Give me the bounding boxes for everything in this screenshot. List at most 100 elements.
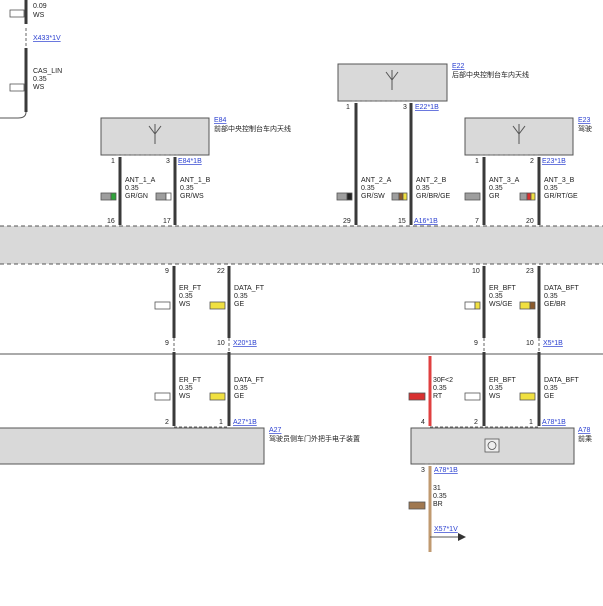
data-bft-upper-name: DATA_BFT xyxy=(544,285,579,292)
e23-pin-2: 2 xyxy=(530,158,534,165)
ground-pin-3: 3 xyxy=(421,467,425,474)
er-ft-upper-label: ER_FT 0.35 WS xyxy=(154,285,202,310)
ant-1-b-name: ANT_1_B xyxy=(180,177,211,184)
e23-id[interactable]: E23 xyxy=(578,117,591,124)
data-ft-upper-swatch xyxy=(209,301,226,310)
a78-pin-1: 1 xyxy=(529,419,533,426)
e84-name: 前部中央控制台车内天线 xyxy=(214,124,291,133)
er-bft-upper-label: ER_BFT 0.35 WS/GE xyxy=(464,285,517,310)
er-bft-lower-size: 0.35 xyxy=(489,385,503,392)
ground-color: BR xyxy=(433,501,443,508)
lower-wires-lower xyxy=(172,352,541,426)
ant-1-a-color: GR/GN xyxy=(125,193,148,200)
er-bft-upper-color: WS/GE xyxy=(489,301,513,308)
ant-3-b-swatch-stripe-1 xyxy=(526,192,532,201)
a78-pin-4: 4 xyxy=(421,419,425,426)
bus-pin-15: 15 xyxy=(398,218,406,225)
ant-2-b-name: ANT_2_B xyxy=(416,177,447,184)
ant-2-b-swatch-stripe-2 xyxy=(402,192,408,201)
er-ft-lower-size: 0.35 xyxy=(179,385,193,392)
ant-2-a-swatch-stripe xyxy=(346,192,353,201)
link-x20-1b[interactable]: X20*1B xyxy=(233,340,257,347)
link-a78-1b-ground[interactable]: A78*1B xyxy=(434,467,458,474)
ant-3-a-swatch xyxy=(464,192,481,201)
data-ft-lower-color: GE xyxy=(234,393,244,400)
bus-pin-20: 20 xyxy=(526,218,534,225)
er-bft-lower-name: ER_BFT xyxy=(489,377,517,384)
ant-2-b-label: ANT_2_B 0.35 GR/BR/GE xyxy=(391,177,451,201)
er-bft-lower-color: WS xyxy=(489,393,501,400)
a27-box[interactable] xyxy=(0,427,265,465)
e22-name: 后部中央控制台车内天线 xyxy=(452,70,529,79)
ant-1-a-swatch xyxy=(100,192,112,201)
ant-2-a-size: 0.35 xyxy=(361,185,375,192)
e23-pin-1: 1 xyxy=(475,158,479,165)
e84-id[interactable]: E84 xyxy=(214,117,227,124)
data-bft-upper-color: GE/BR xyxy=(544,301,566,308)
link-a27-1b[interactable]: A27*1B xyxy=(233,419,257,426)
er-ft-lower-name: ER_FT xyxy=(179,377,202,384)
bus-pin-17: 17 xyxy=(163,218,171,225)
cas-lin-swatch xyxy=(9,83,25,92)
ant-1-b-swatch xyxy=(155,192,167,201)
data-bft-upper-size: 0.35 xyxy=(544,293,558,300)
data-ft-lower-size: 0.35 xyxy=(234,385,248,392)
e23-name: 驾驶 xyxy=(578,124,592,133)
x5-pin-10: 10 xyxy=(526,340,534,347)
top-left-swatch xyxy=(9,9,25,18)
ant-3-b-size: 0.35 xyxy=(544,185,558,192)
a78-name: 前乘 xyxy=(578,434,592,443)
wiring-diagram: 0.09 WS X433*1V CAS_LIN 0.35 WS E22 后部中央… xyxy=(0,0,603,552)
er-bft-upper-swatch xyxy=(464,301,476,310)
ant-3-b-name: ANT_3_B xyxy=(544,177,575,184)
bus-pin-9-left: 9 xyxy=(165,268,169,275)
a78-module: 4 2 1 A78*1B A78 前乘 xyxy=(410,419,592,465)
er-ft-upper-size: 0.35 xyxy=(179,293,193,300)
link-x5-1b[interactable]: X5*1B xyxy=(543,340,563,347)
ant-1-a-size: 0.35 xyxy=(125,185,139,192)
link-x57[interactable]: X57*1V xyxy=(434,526,458,533)
data-bft-lower-label: DATA_BFT 0.35 GE xyxy=(519,377,579,401)
data-bft-upper-label: DATA_BFT 0.35 GE/BR xyxy=(519,285,579,310)
arrow-right-icon xyxy=(458,533,466,541)
central-module-body[interactable] xyxy=(0,226,603,264)
e22-pin-3: 3 xyxy=(403,104,407,111)
ant-3-b-swatch xyxy=(519,192,528,201)
top-left-fragment: 0.09 WS X433*1V CAS_LIN 0.35 WS xyxy=(0,0,62,119)
cas-lin-color: WS xyxy=(33,84,45,91)
ant-2-b-swatch xyxy=(391,192,400,201)
x20-connector: 9 10 X20*1B xyxy=(165,338,257,352)
power-color: RT xyxy=(433,393,443,400)
top-left-size: 0.09 xyxy=(33,3,47,10)
power-swatch xyxy=(408,392,426,401)
ant-1-b-color: GR/WS xyxy=(180,193,204,200)
er-bft-upper-name: ER_BFT xyxy=(489,285,517,292)
a78-id[interactable]: A78 xyxy=(578,427,591,434)
ant-1-b-size: 0.35 xyxy=(180,185,194,192)
cas-lin-bend xyxy=(0,111,27,119)
ground-size: 0.35 xyxy=(433,493,447,500)
link-a78-1b[interactable]: A78*1B xyxy=(542,419,566,426)
x5-connector: 9 10 X5*1B xyxy=(474,338,563,352)
bus-pin-23: 23 xyxy=(526,268,534,275)
a27-id[interactable]: A27 xyxy=(269,427,282,434)
data-bft-upper-swatch xyxy=(519,301,531,310)
link-e23-1b[interactable]: E23*1B xyxy=(542,158,566,165)
link-e22-1b[interactable]: E22*1B xyxy=(415,104,439,111)
ant-2-a-swatch xyxy=(336,192,348,201)
ant-3-b-swatch-stripe-2 xyxy=(530,192,536,201)
power-name: 30F<2 xyxy=(433,377,453,384)
link-a16-1b[interactable]: A16*1B xyxy=(414,218,438,225)
bus-pin-7: 7 xyxy=(475,218,479,225)
power-size: 0.35 xyxy=(433,385,447,392)
link-x433[interactable]: X433*1V xyxy=(33,35,61,42)
data-ft-upper-name: DATA_FT xyxy=(234,285,265,292)
ant-3-b-color: GR/RT/GE xyxy=(544,193,578,200)
er-ft-upper-name: ER_FT xyxy=(179,285,202,292)
cas-lin-size: 0.35 xyxy=(33,76,47,83)
data-bft-lower-color: GE xyxy=(544,393,554,400)
er-ft-lower-label: ER_FT 0.35 WS xyxy=(154,377,202,401)
data-ft-lower-label: DATA_FT 0.35 GE xyxy=(209,377,265,401)
link-e84-1b[interactable]: E84*1B xyxy=(178,158,202,165)
e22-id[interactable]: E22 xyxy=(452,63,465,70)
